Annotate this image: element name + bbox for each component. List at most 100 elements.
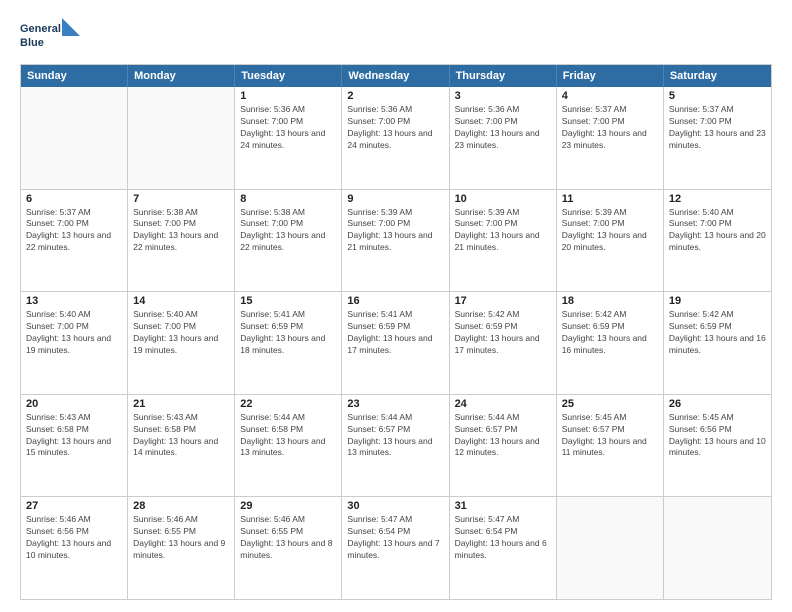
day-number: 21 [133,398,229,410]
weekday-header-thursday: Thursday [450,65,557,87]
calendar-cell: 10 Sunrise: 5:39 AM Sunset: 7:00 PM Dayli… [450,190,557,292]
calendar-row-5: 27Sunrise: 5:46 AM Sunset: 6:56 PM Dayli… [21,496,771,599]
calendar-header: SundayMondayTuesdayWednesdayThursdayFrid… [21,65,771,87]
weekday-header-sunday: Sunday [21,65,128,87]
day-info: Sunrise: 5:44 AM Sunset: 6:57 PM Dayligh… [455,412,551,460]
day-number: 29 [240,500,336,512]
calendar-cell: 26Sunrise: 5:45 AM Sunset: 6:56 PM Dayli… [664,395,771,497]
calendar-cell: 13 Sunrise: 5:40 AM Sunset: 7:00 PM Dayli… [21,292,128,394]
calendar-cell: 21 Sunrise: 5:43 AM Sunset: 6:58 PM Dayli… [128,395,235,497]
day-number: 27 [26,500,122,512]
day-info: Sunrise: 5:39 AM Sunset: 7:00 PM Dayligh… [455,207,551,255]
calendar-row-2: 6 Sunrise: 5:37 AM Sunset: 7:00 PM Daylig… [21,189,771,292]
calendar-cell: 15 Sunrise: 5:41 AM Sunset: 6:59 PM Dayli… [235,292,342,394]
calendar-row-4: 20Sunrise: 5:43 AM Sunset: 6:58 PM Dayli… [21,394,771,497]
page-header: General Blue [20,18,772,54]
calendar-cell: 11 Sunrise: 5:39 AM Sunset: 7:00 PM Dayli… [557,190,664,292]
day-info: Sunrise: 5:38 AM Sunset: 7:00 PM Dayligh… [133,207,229,255]
day-info: Sunrise: 5:39 AM Sunset: 7:00 PM Dayligh… [347,207,443,255]
day-number: 23 [347,398,443,410]
logo: General Blue [20,18,80,54]
calendar-cell: 22Sunrise: 5:44 AM Sunset: 6:58 PM Dayli… [235,395,342,497]
weekday-header-friday: Friday [557,65,664,87]
day-info: Sunrise: 5:44 AM Sunset: 6:58 PM Dayligh… [240,412,336,460]
calendar-cell: 25 Sunrise: 5:45 AM Sunset: 6:57 PM Dayli… [557,395,664,497]
day-number: 14 [133,295,229,307]
day-number: 6 [26,193,122,205]
weekday-header-tuesday: Tuesday [235,65,342,87]
calendar-cell: 17Sunrise: 5:42 AM Sunset: 6:59 PM Dayli… [450,292,557,394]
calendar-cell: 3 Sunrise: 5:36 AM Sunset: 7:00 PM Daylig… [450,87,557,189]
calendar-cell: 14 Sunrise: 5:40 AM Sunset: 7:00 PM Dayli… [128,292,235,394]
day-info: Sunrise: 5:40 AM Sunset: 7:00 PM Dayligh… [26,309,122,357]
calendar-cell: 20Sunrise: 5:43 AM Sunset: 6:58 PM Dayli… [21,395,128,497]
day-info: Sunrise: 5:36 AM Sunset: 7:00 PM Dayligh… [455,104,551,152]
day-info: Sunrise: 5:36 AM Sunset: 7:00 PM Dayligh… [240,104,336,152]
day-info: Sunrise: 5:47 AM Sunset: 6:54 PM Dayligh… [347,514,443,562]
calendar-cell: 29 Sunrise: 5:46 AM Sunset: 6:55 PM Dayli… [235,497,342,599]
day-number: 3 [455,90,551,102]
day-info: Sunrise: 5:44 AM Sunset: 6:57 PM Dayligh… [347,412,443,460]
day-number: 15 [240,295,336,307]
calendar-cell: 28Sunrise: 5:46 AM Sunset: 6:55 PM Dayli… [128,497,235,599]
calendar-cell: 7Sunrise: 5:38 AM Sunset: 7:00 PM Daylig… [128,190,235,292]
day-info: Sunrise: 5:37 AM Sunset: 7:00 PM Dayligh… [669,104,766,152]
day-number: 31 [455,500,551,512]
day-number: 10 [455,193,551,205]
day-number: 8 [240,193,336,205]
logo-svg: General Blue [20,18,80,54]
calendar-cell: 30 Sunrise: 5:47 AM Sunset: 6:54 PM Dayli… [342,497,449,599]
day-info: Sunrise: 5:47 AM Sunset: 6:54 PM Dayligh… [455,514,551,562]
day-info: Sunrise: 5:39 AM Sunset: 7:00 PM Dayligh… [562,207,658,255]
calendar-cell: 19 Sunrise: 5:42 AM Sunset: 6:59 PM Dayli… [664,292,771,394]
calendar-cell: 18 Sunrise: 5:42 AM Sunset: 6:59 PM Dayli… [557,292,664,394]
calendar-cell: 8 Sunrise: 5:38 AM Sunset: 7:00 PM Daylig… [235,190,342,292]
day-info: Sunrise: 5:40 AM Sunset: 7:00 PM Dayligh… [669,207,766,255]
day-number: 1 [240,90,336,102]
calendar-row-3: 13 Sunrise: 5:40 AM Sunset: 7:00 PM Dayli… [21,291,771,394]
day-info: Sunrise: 5:43 AM Sunset: 6:58 PM Dayligh… [133,412,229,460]
day-info: Sunrise: 5:45 AM Sunset: 6:57 PM Dayligh… [562,412,658,460]
day-number: 18 [562,295,658,307]
day-info: Sunrise: 5:42 AM Sunset: 6:59 PM Dayligh… [669,309,766,357]
calendar-cell: 16Sunrise: 5:41 AM Sunset: 6:59 PM Dayli… [342,292,449,394]
day-info: Sunrise: 5:43 AM Sunset: 6:58 PM Dayligh… [26,412,122,460]
calendar-cell [557,497,664,599]
calendar-cell: 5 Sunrise: 5:37 AM Sunset: 7:00 PM Daylig… [664,87,771,189]
day-number: 26 [669,398,766,410]
day-info: Sunrise: 5:41 AM Sunset: 6:59 PM Dayligh… [240,309,336,357]
day-info: Sunrise: 5:37 AM Sunset: 7:00 PM Dayligh… [26,207,122,255]
svg-text:General: General [20,23,61,35]
calendar-cell: 4Sunrise: 5:37 AM Sunset: 7:00 PM Daylig… [557,87,664,189]
day-number: 13 [26,295,122,307]
calendar-cell: 12Sunrise: 5:40 AM Sunset: 7:00 PM Dayli… [664,190,771,292]
day-info: Sunrise: 5:46 AM Sunset: 6:55 PM Dayligh… [240,514,336,562]
calendar-cell: 2Sunrise: 5:36 AM Sunset: 7:00 PM Daylig… [342,87,449,189]
calendar-row-1: 1 Sunrise: 5:36 AM Sunset: 7:00 PM Daylig… [21,87,771,189]
day-number: 17 [455,295,551,307]
day-info: Sunrise: 5:42 AM Sunset: 6:59 PM Dayligh… [562,309,658,357]
calendar-cell: 31 Sunrise: 5:47 AM Sunset: 6:54 PM Dayli… [450,497,557,599]
day-number: 30 [347,500,443,512]
weekday-header-wednesday: Wednesday [342,65,449,87]
day-number: 11 [562,193,658,205]
calendar-cell: 24Sunrise: 5:44 AM Sunset: 6:57 PM Dayli… [450,395,557,497]
day-info: Sunrise: 5:46 AM Sunset: 6:55 PM Dayligh… [133,514,229,562]
day-info: Sunrise: 5:36 AM Sunset: 7:00 PM Dayligh… [347,104,443,152]
calendar-cell: 23 Sunrise: 5:44 AM Sunset: 6:57 PM Dayli… [342,395,449,497]
day-number: 25 [562,398,658,410]
calendar-cell: 1 Sunrise: 5:36 AM Sunset: 7:00 PM Daylig… [235,87,342,189]
calendar-cell [664,497,771,599]
calendar: SundayMondayTuesdayWednesdayThursdayFrid… [20,64,772,600]
day-info: Sunrise: 5:41 AM Sunset: 6:59 PM Dayligh… [347,309,443,357]
day-number: 19 [669,295,766,307]
day-number: 4 [562,90,658,102]
svg-text:Blue: Blue [20,37,44,49]
day-info: Sunrise: 5:38 AM Sunset: 7:00 PM Dayligh… [240,207,336,255]
calendar-body: 1 Sunrise: 5:36 AM Sunset: 7:00 PM Daylig… [21,87,771,599]
day-number: 5 [669,90,766,102]
calendar-cell [128,87,235,189]
day-info: Sunrise: 5:40 AM Sunset: 7:00 PM Dayligh… [133,309,229,357]
calendar-cell: 9Sunrise: 5:39 AM Sunset: 7:00 PM Daylig… [342,190,449,292]
weekday-header-saturday: Saturday [664,65,771,87]
